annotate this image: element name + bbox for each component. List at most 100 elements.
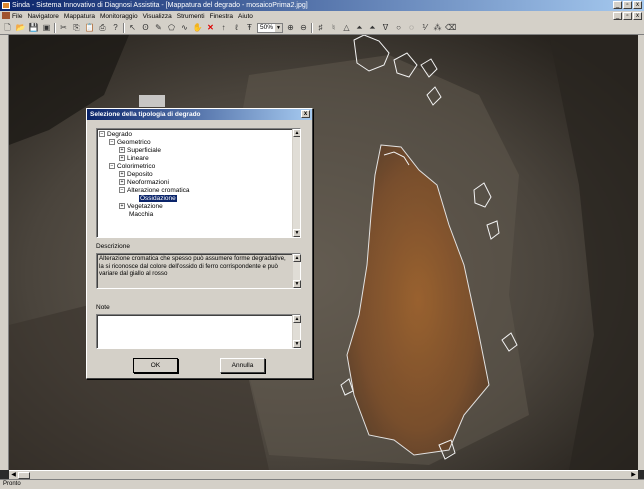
properties-icon[interactable]: ▣ [41, 22, 52, 33]
tree-item-ossidazione[interactable]: Ossidazione [139, 195, 177, 203]
mountain-icon[interactable]: ⏶ [354, 22, 365, 33]
cut-icon[interactable]: ✂ [58, 22, 69, 33]
ok-button[interactable]: OK [133, 358, 178, 373]
brush-icon[interactable]: ᐁ [380, 22, 391, 33]
menu-mappatura[interactable]: Mappatura [64, 13, 95, 20]
tree-item-degrado[interactable]: − Degrado [99, 131, 132, 139]
tree-item-superficiale[interactable]: + Superficiale [119, 147, 161, 155]
notes-label: Note [96, 304, 110, 311]
document-icon [2, 12, 10, 19]
menu-aiuto[interactable]: Aiuto [238, 13, 253, 20]
scroll-up-icon[interactable]: ▲ [293, 129, 300, 137]
tree-item-lineare[interactable]: + Lineare [119, 155, 149, 163]
left-panel [0, 35, 9, 470]
collapse-icon[interactable]: − [119, 187, 125, 194]
save-icon[interactable]: 💾 [28, 22, 39, 33]
ring-icon[interactable]: ○ [393, 22, 404, 33]
scroll-down-icon[interactable]: ▼ [293, 340, 301, 348]
tree-item-macchia[interactable]: Macchia [129, 211, 153, 219]
close-button[interactable]: x [633, 1, 642, 9]
degradation-tree[interactable]: − Degrado − Geometrico + Superficiale + Line… [96, 128, 301, 238]
expand-icon[interactable]: + [119, 155, 125, 162]
notes-scrollbar[interactable]: ▲ ▼ [292, 315, 301, 348]
fraction-icon[interactable]: ⅟ [419, 22, 430, 33]
copy-icon[interactable]: ⎘ [71, 22, 82, 33]
paste-icon[interactable]: 📋 [84, 22, 95, 33]
zoom-select[interactable]: 50% ▼ [257, 22, 283, 33]
pen-icon[interactable]: ✎ [153, 22, 164, 33]
tool-a-icon[interactable]: ♯ [315, 22, 326, 33]
select-arrow-icon[interactable]: ↖ [127, 22, 138, 33]
toolbar-separator [123, 22, 125, 33]
expand-icon[interactable]: + [119, 171, 125, 178]
help-icon[interactable]: ? [110, 22, 121, 33]
toolbar-separator [54, 22, 56, 33]
right-panel [638, 35, 644, 470]
tree-item-neoformazioni[interactable]: + Neoformazioni [119, 179, 169, 187]
menubar: File Navigatore Mappatura Monitoraggio V… [0, 11, 644, 21]
tree-item-geometrico[interactable]: − Geometrico [109, 139, 151, 147]
triangle-icon[interactable]: △ [341, 22, 352, 33]
open-folder-icon[interactable]: 📂 [15, 22, 26, 33]
color-icon[interactable]: Ŧ [244, 22, 255, 33]
tree-scrollbar[interactable]: ▲ ▼ [292, 129, 300, 237]
lab-icon[interactable]: ℓ [231, 22, 242, 33]
toolbar-separator [311, 22, 313, 33]
scroll-up-icon[interactable]: ▲ [293, 315, 301, 323]
tree-item-colorimetrico[interactable]: − Colorimetrico [109, 163, 155, 171]
window-titlebar: Sinda - Sistema Innovativo di Diagnosi A… [0, 0, 644, 11]
menu-monitoraggio[interactable]: Monitoraggio [100, 13, 138, 20]
ring2-icon[interactable]: ◌ [406, 22, 417, 33]
collapse-icon[interactable]: − [109, 163, 115, 170]
freehand-icon[interactable]: ∿ [179, 22, 190, 33]
scroll-left-icon[interactable]: ◀ [9, 471, 18, 479]
scroll-up-icon[interactable]: ▲ [293, 254, 301, 262]
tree-item-alterazione-cromatica[interactable]: − Alterazione cromatica [119, 187, 190, 195]
scroll-down-icon[interactable]: ▼ [293, 229, 300, 237]
status-text: Pronto [3, 481, 21, 487]
menu-finestra[interactable]: Finestra [210, 13, 233, 20]
collapse-icon[interactable]: − [99, 131, 105, 138]
polygon-icon[interactable]: ⬠ [166, 22, 177, 33]
print-icon[interactable]: ⎙ [97, 22, 108, 33]
zoom-in-icon[interactable]: ⊕ [285, 22, 296, 33]
scroll-right-icon[interactable]: ▶ [629, 471, 638, 479]
zoom-out-icon[interactable]: ⊖ [298, 22, 309, 33]
scroll-down-icon[interactable]: ▼ [293, 280, 301, 288]
description-textbox[interactable]: Alterazione cromatica che spesso può ass… [96, 253, 301, 289]
menu-navigatore[interactable]: Navigatore [27, 13, 58, 20]
collapse-icon[interactable]: − [109, 139, 115, 146]
delete-icon[interactable]: ✕ [205, 22, 216, 33]
doc-maximize-button[interactable]: ▫ [623, 12, 632, 20]
menu-file[interactable]: File [12, 13, 22, 20]
description-scrollbar[interactable]: ▲ ▼ [292, 254, 301, 288]
scrollbar-thumb[interactable] [18, 472, 30, 479]
doc-minimize-button[interactable]: _ [613, 12, 622, 20]
horizontal-scrollbar[interactable]: ◀ ▶ [9, 470, 638, 479]
new-file-icon[interactable]: 🗋 [2, 22, 13, 33]
maximize-button[interactable]: ▫ [623, 1, 632, 9]
dialog-close-button[interactable]: x [301, 110, 310, 118]
dialog-title: Selezione della tipologia di degrado [90, 111, 201, 118]
hand-icon[interactable]: ✋ [192, 22, 203, 33]
minimize-button[interactable]: _ [613, 1, 622, 9]
notes-textbox[interactable]: ▲ ▼ [96, 314, 301, 349]
description-text: Alterazione cromatica che spesso può ass… [99, 255, 286, 277]
pointer-icon[interactable]: ↑ [218, 22, 229, 33]
tool-b-icon[interactable]: ♮ [328, 22, 339, 33]
expand-icon[interactable]: + [119, 179, 125, 186]
tree-item-vegetazione[interactable]: + Vegetazione [119, 203, 163, 211]
zoom-value: 50% [260, 23, 274, 31]
cancel-button[interactable]: Annulla [220, 358, 265, 373]
expand-icon[interactable]: + [119, 203, 125, 210]
lasso-icon[interactable]: ʘ [140, 22, 151, 33]
tree-item-deposito[interactable]: + Deposito [119, 171, 153, 179]
menu-strumenti[interactable]: Strumenti [177, 13, 205, 20]
expand-icon[interactable]: + [119, 147, 125, 154]
eraser-icon[interactable]: ⌫ [445, 22, 456, 33]
scatter-icon[interactable]: ⁂ [432, 22, 443, 33]
doc-close-button[interactable]: x [633, 12, 642, 20]
dialog-titlebar: Selezione della tipologia di degrado x [87, 109, 312, 120]
menu-visualizza[interactable]: Visualizza [143, 13, 172, 20]
mountain2-icon[interactable]: ⏶ [367, 22, 378, 33]
